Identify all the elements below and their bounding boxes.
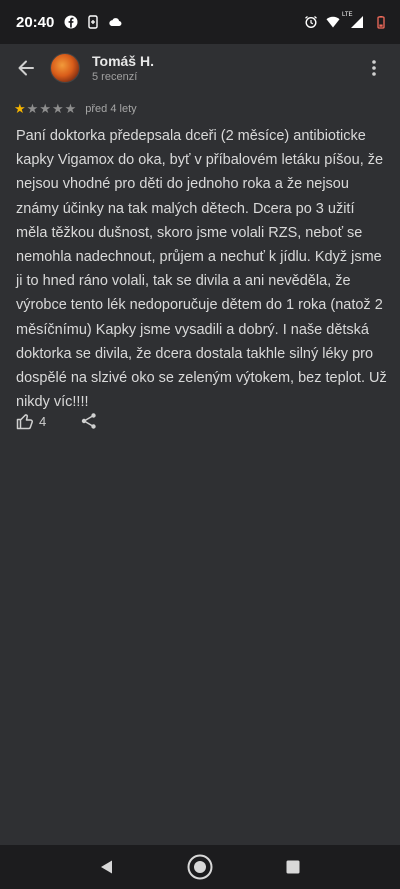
avatar[interactable] bbox=[50, 53, 80, 83]
review-count: 5 recenzí bbox=[92, 71, 138, 83]
status-bar: 20:40 LTE bbox=[0, 0, 400, 44]
more-options-button[interactable] bbox=[360, 54, 388, 82]
status-notification-icons bbox=[64, 15, 122, 29]
user-name: Tomáš H. bbox=[92, 53, 154, 69]
app-bar: Tomáš H. 5 recenzí bbox=[0, 44, 400, 92]
battery-low-icon bbox=[374, 15, 388, 29]
nav-home-button[interactable] bbox=[180, 847, 220, 887]
share-button[interactable] bbox=[80, 412, 98, 430]
like-button[interactable]: 4 bbox=[16, 412, 46, 430]
user-info[interactable]: Tomáš H. 5 recenzí bbox=[92, 53, 154, 83]
facebook-icon bbox=[64, 15, 78, 29]
alarm-icon bbox=[304, 15, 318, 29]
thumbs-up-icon bbox=[16, 414, 33, 430]
review-actions: 4 bbox=[16, 412, 98, 430]
arrow-back-icon bbox=[18, 60, 34, 76]
cloud-icon bbox=[108, 15, 122, 29]
more-vertical-icon bbox=[372, 60, 376, 76]
back-button[interactable] bbox=[2, 44, 50, 92]
star-empty-icon: ★ bbox=[39, 101, 51, 116]
rating-row: ★ ★ ★ ★ ★ před 4 lety bbox=[14, 102, 137, 115]
review-date: před 4 lety bbox=[85, 102, 137, 115]
system-nav-bar bbox=[0, 845, 400, 889]
network-label: LTE bbox=[342, 12, 353, 18]
home-circle-icon bbox=[187, 854, 213, 880]
star-filled-icon: ★ bbox=[14, 101, 26, 116]
phone-usage-icon bbox=[86, 15, 100, 29]
lte-signal-icon: LTE bbox=[342, 12, 366, 29]
star-rating: ★ ★ ★ ★ ★ bbox=[14, 102, 76, 115]
share-icon bbox=[82, 413, 96, 429]
star-empty-icon: ★ bbox=[51, 101, 64, 116]
star-empty-icon: ★ bbox=[64, 101, 77, 116]
nav-back-button[interactable] bbox=[87, 847, 127, 887]
star-empty-icon: ★ bbox=[26, 101, 39, 116]
status-time: 20:40 bbox=[16, 13, 55, 31]
wifi-icon bbox=[326, 15, 340, 29]
status-system-icons: LTE bbox=[304, 12, 388, 29]
like-count: 4 bbox=[39, 413, 47, 429]
nav-recents-button[interactable] bbox=[273, 847, 313, 887]
recents-square-icon bbox=[286, 860, 300, 874]
back-triangle-icon bbox=[100, 860, 112, 874]
review-text: Paní doktorka předepsala dceři (2 měsíce… bbox=[16, 128, 387, 411]
